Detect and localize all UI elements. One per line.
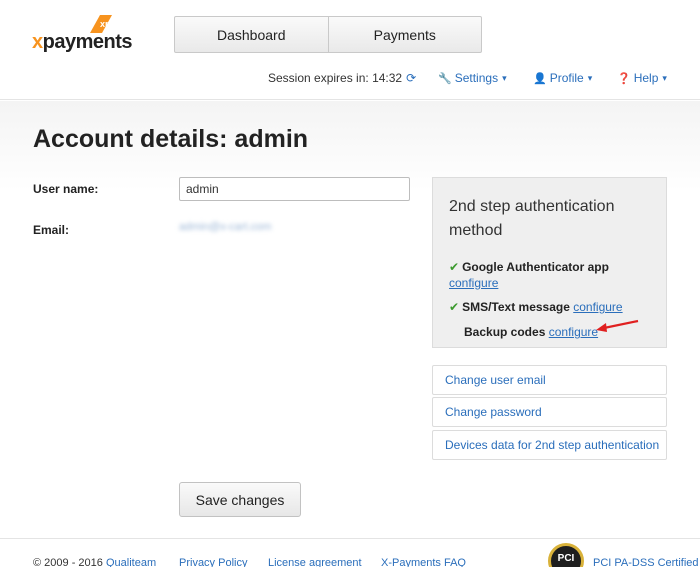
twofa-title: 2nd step authentication method — [449, 198, 615, 239]
header: xp xpayments Dashboard Payments Session … — [0, 0, 700, 100]
sms-configure-link[interactable]: configure — [573, 300, 622, 314]
method-backup-codes: Backup codes configure — [464, 325, 598, 339]
settings-label: Settings — [454, 71, 499, 85]
session-time: 14:32 — [372, 71, 403, 85]
profile-label: Profile — [549, 71, 584, 85]
settings-menu[interactable]: 🔧 Settings ▾ — [438, 70, 507, 86]
devices-data-link[interactable]: Devices data for 2nd step authentication — [432, 430, 667, 460]
method-google-authenticator: ✔ Google Authenticator app — [449, 260, 609, 274]
logo-badge-icon: xp — [90, 15, 112, 33]
footer: © 2009 - 2016 Qualiteam Privacy Policy L… — [0, 538, 700, 567]
chevron-down-icon: ▾ — [502, 72, 507, 83]
help-menu[interactable]: ❓ Help ▾ — [617, 70, 667, 86]
footer-link-faq[interactable]: X-Payments FAQ — [381, 557, 466, 567]
backup-configure-link[interactable]: configure — [549, 325, 598, 339]
method-label: Google Authenticator app — [462, 260, 609, 274]
session-timer: Session expires in: 14:32 ⟳ — [268, 70, 416, 86]
check-icon: ✔ — [449, 260, 460, 274]
footer-link-qualiteam[interactable]: Qualiteam — [106, 557, 156, 567]
email-label: Email: — [33, 223, 70, 237]
footer-link-privacy[interactable]: Privacy Policy — [179, 557, 247, 567]
question-icon: ❓ — [617, 72, 631, 85]
red-arrow-icon — [596, 319, 639, 332]
chevron-down-icon: ▾ — [587, 72, 593, 83]
method-label: SMS/Text message — [462, 300, 570, 314]
method-label: Backup codes — [464, 325, 546, 339]
username-label: User name: — [33, 182, 99, 196]
pci-certified-link[interactable]: PCI PA-DSS Certified — [593, 557, 699, 567]
nav-dashboard[interactable]: Dashboard — [175, 17, 328, 52]
user-icon: 👤 — [533, 72, 547, 85]
copyright: © 2009 - 2016 — [33, 557, 103, 567]
change-password-link[interactable]: Change password — [432, 397, 667, 427]
page-title: Account details: admin — [33, 125, 309, 153]
email-value: admin@x-cart.com — [179, 221, 272, 233]
method-google-configure-wrap: configure — [449, 276, 498, 290]
logo-text: xpayments — [32, 31, 133, 53]
google-configure-link[interactable]: configure — [449, 276, 498, 290]
username-input[interactable] — [179, 177, 410, 201]
svg-text:xp: xp — [100, 19, 111, 29]
main-nav: Dashboard Payments — [174, 16, 482, 53]
check-icon: ✔ — [449, 300, 460, 314]
change-email-link[interactable]: Change user email — [432, 365, 667, 395]
profile-menu[interactable]: 👤 Profile ▾ — [533, 70, 592, 86]
session-label: Session expires in: — [268, 71, 369, 85]
xpayments-logo[interactable]: xp xpayments — [32, 13, 142, 55]
footer-link-license[interactable]: License agreement — [268, 557, 362, 567]
nav-payments[interactable]: Payments — [327, 17, 482, 52]
method-sms: ✔ SMS/Text message configure — [449, 300, 623, 314]
refresh-icon[interactable]: ⟳ — [406, 71, 416, 85]
chevron-down-icon: ▾ — [662, 72, 667, 83]
save-changes-button[interactable]: Save changes — [179, 482, 301, 517]
wrench-icon: 🔧 — [438, 72, 452, 85]
help-label: Help — [633, 71, 659, 85]
